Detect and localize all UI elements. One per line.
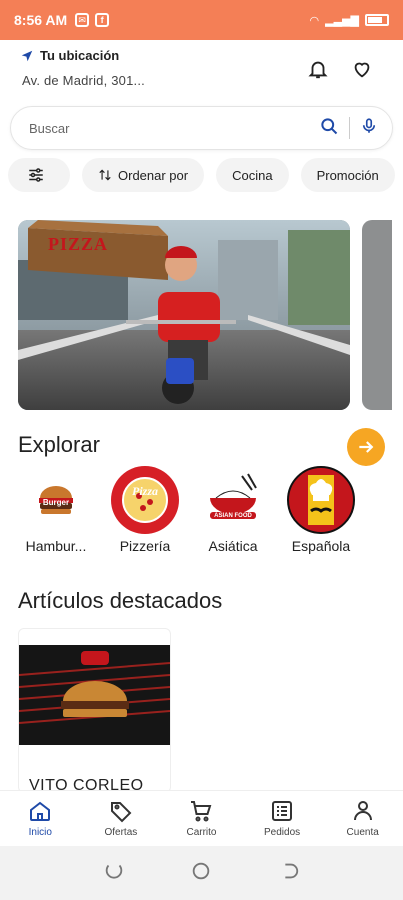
search-button[interactable] xyxy=(319,116,339,141)
signal-icon: ▂▃▅▇ xyxy=(325,14,359,27)
notifications-button[interactable] xyxy=(305,56,331,82)
home-system-button[interactable] xyxy=(190,860,212,887)
category-pizza[interactable]: Pizza Pizzería xyxy=(105,466,185,554)
featured-title: Artículos destacados xyxy=(18,588,223,613)
header-actions xyxy=(305,56,375,82)
back-icon xyxy=(285,863,299,878)
banner-brand-text: PIZZA xyxy=(48,234,109,254)
user-icon xyxy=(353,801,372,821)
promo-banner[interactable]: PIZZA xyxy=(18,220,350,410)
back-button[interactable] xyxy=(278,860,300,887)
arrow-right-icon xyxy=(359,441,374,453)
category-spanish[interactable]: Española xyxy=(281,466,361,554)
cuisine-chip[interactable]: Cocina xyxy=(216,158,289,192)
location-selector[interactable]: Tu ubicación xyxy=(20,48,119,63)
orders-icon xyxy=(272,801,293,821)
nav-orders-label: Pedidos xyxy=(264,827,301,838)
search-input[interactable] xyxy=(29,120,319,136)
nav-orders[interactable]: Pedidos xyxy=(242,791,323,846)
location-arrow-icon xyxy=(21,50,33,61)
voice-search-button[interactable] xyxy=(360,116,378,141)
search-bar xyxy=(10,106,393,150)
category-label: Hambur... xyxy=(25,538,87,554)
category-label: Española xyxy=(291,538,351,554)
nav-account-label: Cuenta xyxy=(346,827,379,838)
promo-chip[interactable]: Promoción xyxy=(300,158,395,192)
bottom-nav: Inicio Ofertas Carrito Pedidos Cuenta xyxy=(0,790,403,846)
category-burger[interactable]: Burger Hambur... xyxy=(16,466,96,554)
status-time: 8:56 AM xyxy=(14,12,68,28)
spanish-chef-logo-icon xyxy=(287,466,355,534)
system-nav xyxy=(0,846,403,900)
status-icons: ◠ ▂▃▅▇ xyxy=(310,14,389,27)
microphone-icon xyxy=(362,117,376,133)
filters-chip[interactable] xyxy=(8,158,70,192)
battery-icon xyxy=(365,14,389,26)
recent-apps-button[interactable] xyxy=(103,860,125,887)
category-label: Pizzería xyxy=(119,538,171,554)
notification-app-icon: ✉ xyxy=(75,13,90,27)
promo-chip-label: Promoción xyxy=(316,167,379,183)
sliders-icon xyxy=(29,168,43,182)
explore-more-button[interactable] xyxy=(347,428,385,466)
pizza-logo-icon: Pizza xyxy=(111,466,179,534)
nav-cart-label: Carrito xyxy=(186,827,217,838)
explore-title: Explorar xyxy=(18,432,100,457)
cuisine-chip-label: Cocina xyxy=(232,167,273,183)
sort-chip-label: Ordenar por xyxy=(118,167,189,183)
filter-chips: Ordenar por Cocina Promoción xyxy=(8,158,395,192)
nav-account[interactable]: Cuenta xyxy=(322,791,403,846)
search-icon xyxy=(321,117,338,134)
category-asian[interactable]: ASIAN FOOD Asiática xyxy=(193,466,273,554)
asian-food-logo-icon: ASIAN FOOD xyxy=(199,466,267,534)
home-icon xyxy=(30,801,51,821)
location-label: Tu ubicación xyxy=(40,48,120,63)
search-divider xyxy=(349,117,350,139)
nav-offers-label: Ofertas xyxy=(104,827,138,838)
location-address[interactable]: Av. de Madrid, 301... xyxy=(22,73,145,88)
burger-logo-icon: Burger xyxy=(22,466,90,534)
next-banner-preview[interactable] xyxy=(362,220,392,410)
nav-home-label: Inicio xyxy=(28,827,52,838)
sort-icon xyxy=(99,169,111,181)
status-bar: 8:56 AM ✉ f ◠ ▂▃▅▇ xyxy=(0,0,403,40)
nav-home[interactable]: Inicio xyxy=(0,791,81,846)
category-label: Asiática xyxy=(208,538,258,554)
heart-icon xyxy=(354,62,370,78)
favorites-button[interactable] xyxy=(349,56,375,82)
featured-item-card[interactable]: VITO CORLEO xyxy=(18,628,171,793)
recent-apps-icon xyxy=(105,864,123,879)
sort-chip[interactable]: Ordenar por xyxy=(82,158,205,192)
cart-icon xyxy=(191,801,212,822)
wifi-icon: ◠ xyxy=(309,14,320,27)
tag-icon xyxy=(110,802,132,823)
bell-icon xyxy=(308,61,328,79)
featured-item-image xyxy=(19,645,170,745)
facebook-icon: f xyxy=(95,13,110,27)
nav-offers[interactable]: Ofertas xyxy=(81,791,162,846)
nav-cart[interactable]: Carrito xyxy=(161,791,242,846)
circle-home-icon xyxy=(193,862,210,879)
